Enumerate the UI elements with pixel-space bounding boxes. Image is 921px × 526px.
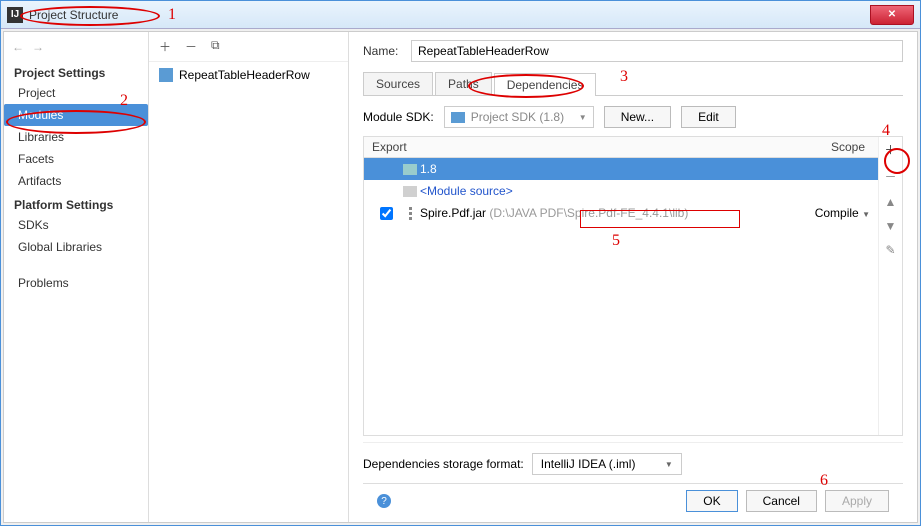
sidebar: ← → Project Settings Project Modules Lib…	[4, 32, 149, 522]
move-down-icon[interactable]: ▼	[885, 219, 897, 233]
module-row[interactable]: RepeatTableHeaderRow	[149, 66, 348, 84]
storage-row: Dependencies storage format: IntelliJ ID…	[363, 442, 903, 483]
tab-paths[interactable]: Paths	[435, 72, 492, 95]
cancel-button[interactable]: Cancel	[746, 490, 817, 512]
remove-module-icon[interactable]: －	[185, 38, 197, 55]
folder-icon	[403, 186, 417, 197]
name-row: Name: RepeatTableHeaderRow	[363, 40, 903, 62]
storage-select[interactable]: IntelliJ IDEA (.iml) ▼	[532, 453, 682, 475]
chevron-down-icon: ▼	[862, 210, 870, 219]
tabs: Sources Paths Dependencies	[363, 72, 903, 96]
sidebar-item-sdks[interactable]: SDKs	[4, 214, 148, 236]
export-checkbox[interactable]	[380, 207, 393, 220]
folder-icon	[403, 164, 417, 175]
copy-module-icon[interactable]: ⧉	[211, 38, 220, 55]
project-structure-dialog: IJ Project Structure ✕ ← → Project Setti…	[0, 0, 921, 526]
scope-select[interactable]: Compile ▼	[800, 206, 870, 220]
content-area: ← → Project Settings Project Modules Lib…	[3, 31, 918, 523]
dependencies-grid: Export Scope 1.8 <Module source>	[364, 137, 878, 435]
name-input[interactable]: RepeatTableHeaderRow	[411, 40, 903, 62]
folder-icon	[451, 112, 465, 123]
sidebar-item-facets[interactable]: Facets	[4, 148, 148, 170]
sidebar-item-problems[interactable]: Problems	[4, 272, 148, 294]
sidebar-item-artifacts[interactable]: Artifacts	[4, 170, 148, 192]
sidebar-item-libraries[interactable]: Libraries	[4, 126, 148, 148]
dep-row-module-source[interactable]: <Module source>	[364, 180, 878, 202]
dialog-footer: ? OK Cancel Apply	[363, 483, 903, 522]
close-button[interactable]: ✕	[870, 5, 914, 25]
module-name: RepeatTableHeaderRow	[179, 68, 310, 82]
nav-arrows: ← →	[4, 36, 148, 60]
move-up-icon[interactable]: ▲	[885, 195, 897, 209]
add-module-icon[interactable]: ＋	[159, 38, 171, 55]
dep-row-sdk[interactable]: 1.8	[364, 158, 878, 180]
forward-icon[interactable]: →	[32, 40, 44, 54]
window-title: Project Structure	[29, 8, 870, 22]
sidebar-item-project[interactable]: Project	[4, 82, 148, 104]
module-list-panel: ＋ － ⧉ RepeatTableHeaderRow	[149, 32, 349, 522]
tab-dependencies[interactable]: Dependencies	[494, 73, 597, 96]
sidebar-item-global-libraries[interactable]: Global Libraries	[4, 236, 148, 258]
main-panel: Name: RepeatTableHeaderRow Sources Paths…	[349, 32, 917, 522]
name-label: Name:	[363, 44, 411, 58]
remove-dependency-icon[interactable]: －	[884, 168, 896, 185]
dependencies-actions: ＋ － ▲ ▼ ✎	[878, 137, 902, 435]
edit-dependency-icon[interactable]: ✎	[885, 243, 895, 257]
help-icon[interactable]: ?	[377, 494, 391, 508]
col-export: Export	[364, 137, 424, 157]
dependencies-table: Export Scope 1.8 <Module source>	[363, 136, 903, 436]
module-list: RepeatTableHeaderRow	[149, 62, 348, 88]
add-dependency-icon[interactable]: ＋	[884, 141, 896, 158]
sidebar-heading-platform: Platform Settings	[4, 192, 148, 214]
chevron-down-icon: ▼	[665, 460, 673, 469]
new-sdk-button[interactable]: New...	[604, 106, 671, 128]
sidebar-heading-project: Project Settings	[4, 60, 148, 82]
tab-sources[interactable]: Sources	[363, 72, 433, 95]
back-icon[interactable]: ←	[12, 40, 24, 54]
titlebar: IJ Project Structure ✕	[1, 1, 920, 29]
module-sdk-label: Module SDK:	[363, 110, 434, 124]
ok-button[interactable]: OK	[686, 490, 737, 512]
module-icon	[159, 68, 173, 82]
storage-label: Dependencies storage format:	[363, 457, 524, 471]
chevron-down-icon: ▼	[579, 113, 587, 122]
col-scope: Scope	[818, 137, 878, 157]
app-icon: IJ	[7, 7, 23, 23]
sidebar-item-modules[interactable]: Modules	[4, 104, 148, 126]
apply-button[interactable]: Apply	[825, 490, 889, 512]
dependencies-header: Export Scope	[364, 137, 878, 158]
jar-icon	[409, 207, 412, 220]
module-sdk-row: Module SDK: Project SDK (1.8) ▼ New... E…	[363, 106, 903, 128]
module-list-toolbar: ＋ － ⧉	[149, 32, 348, 62]
dep-row-jar[interactable]: Spire.Pdf.jar (D:\JAVA PDF\Spire.Pdf-FE_…	[364, 202, 878, 224]
module-sdk-select[interactable]: Project SDK (1.8) ▼	[444, 106, 594, 128]
edit-sdk-button[interactable]: Edit	[681, 106, 736, 128]
